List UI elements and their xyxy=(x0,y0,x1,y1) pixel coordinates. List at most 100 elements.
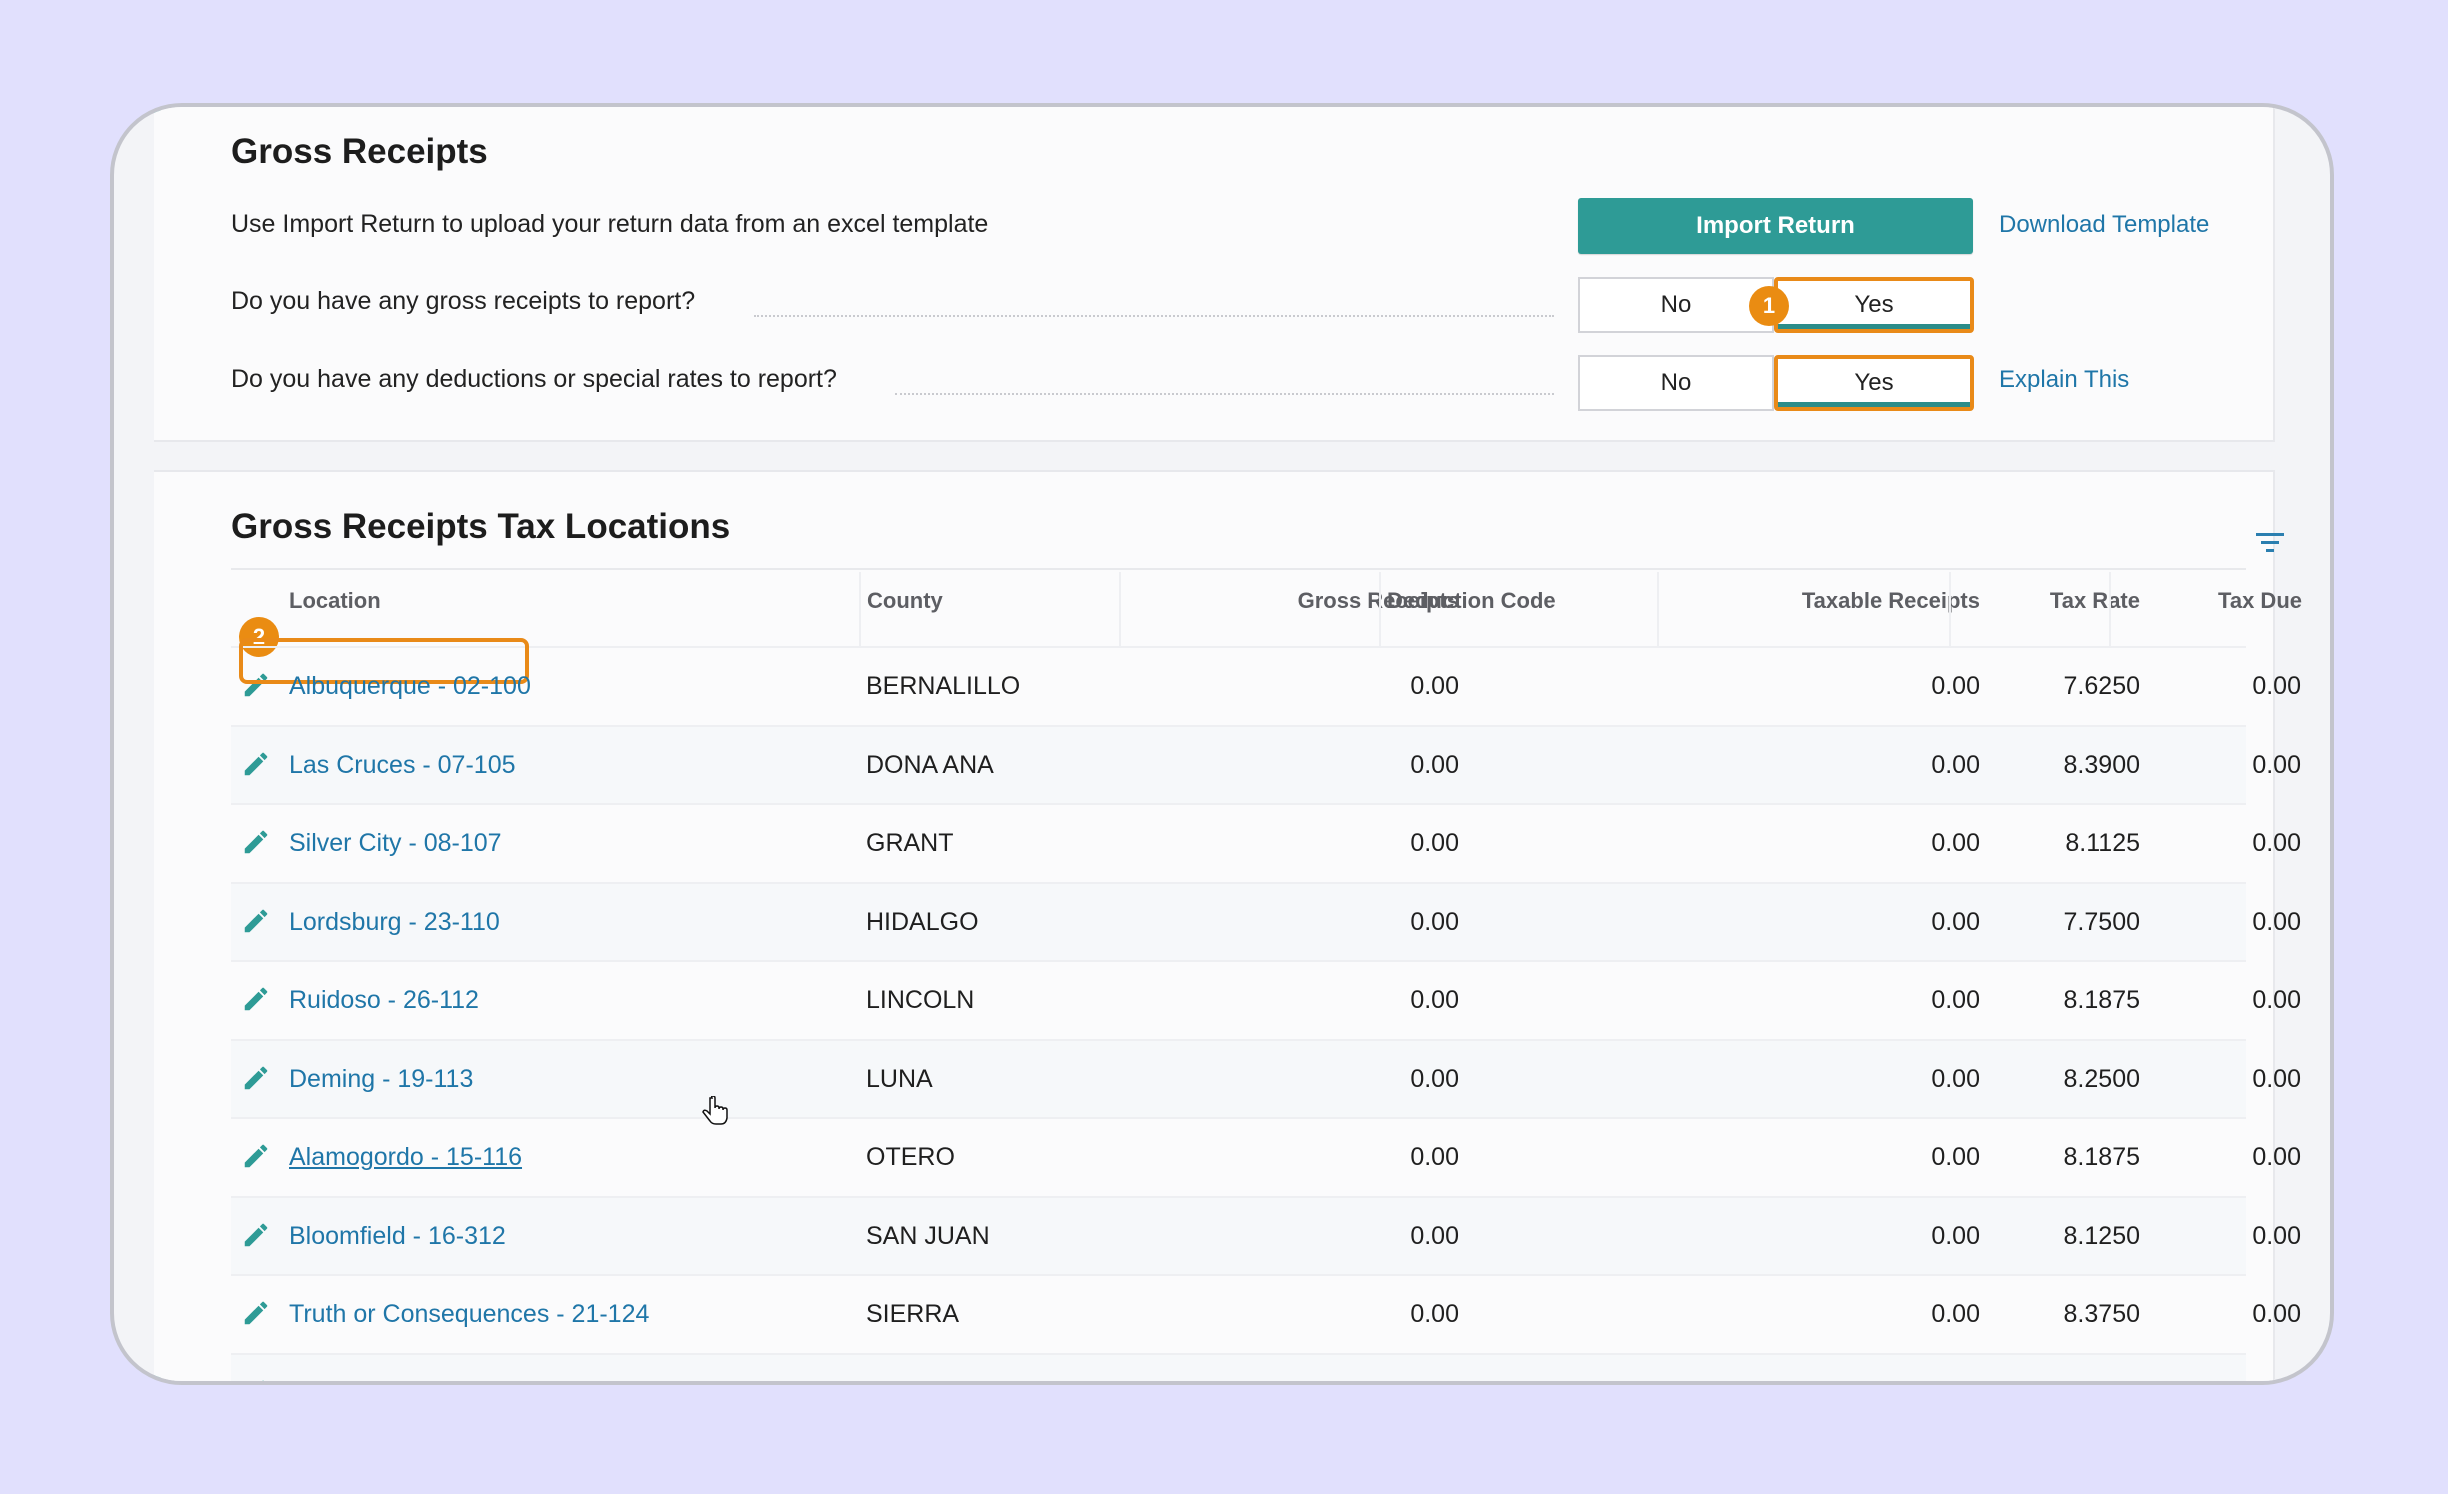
column-header-county[interactable]: County xyxy=(867,588,943,614)
location-link[interactable]: Bloomfield - 16-312 xyxy=(289,1222,506,1251)
edit-pencil-icon[interactable] xyxy=(241,827,271,857)
edit-pencil-icon[interactable] xyxy=(241,1063,271,1093)
location-link[interactable]: Deming - 19-113 xyxy=(289,1065,473,1094)
taxable-receipts-cell: 0.00 xyxy=(1931,829,1980,857)
county-cell: SOCORRO xyxy=(866,1379,995,1382)
location-link[interactable]: Las Cruces - 07-105 xyxy=(289,751,516,780)
question-deductions: Do you have any deductions or special ra… xyxy=(231,365,837,393)
step-badge-1: 1 xyxy=(1749,286,1789,326)
question-gross-receipts: Do you have any gross receipts to report… xyxy=(231,287,696,315)
table-row: Silver City - 08-107 GRANT 0.00 0.00 8.1… xyxy=(231,803,2301,883)
location-link[interactable]: Silver City - 08-107 xyxy=(289,829,502,858)
gross-receipts-cell: 0.00 xyxy=(1081,1379,1459,1382)
tax-due-cell: 0.00 xyxy=(2252,1300,2301,1328)
county-cell: LINCOLN xyxy=(866,986,975,1014)
gross-receipts-cell: 0.00 xyxy=(1410,750,1459,779)
taxable-receipts-cell: 0.00 xyxy=(1931,750,1980,779)
column-divider xyxy=(2109,572,2111,647)
location-link[interactable]: Truth or Consequences - 21-124 xyxy=(289,1300,649,1329)
table-row: Deming - 19-113 LUNA 0.00 0.00 8.2500 0.… xyxy=(231,1038,2301,1119)
download-template-link[interactable]: Download Template xyxy=(1999,211,2209,239)
filter-icon[interactable] xyxy=(2256,530,2284,554)
column-divider xyxy=(1119,572,1121,647)
taxable-receipts-cell: 0.00 xyxy=(1931,907,1980,936)
gross-receipts-cell: 0.00 xyxy=(1410,1300,1459,1328)
tax-due-cell: 0.00 xyxy=(2252,1221,2301,1250)
edit-pencil-icon[interactable] xyxy=(241,1298,271,1328)
gross-receipts-cell: 0.00 xyxy=(1410,907,1459,936)
deductions-yes-button[interactable]: Yes xyxy=(1774,355,1974,411)
column-divider xyxy=(1949,572,1951,647)
gross-receipts-cell: 0.00 xyxy=(1410,1143,1459,1171)
gross-receipts-cell: 0.00 xyxy=(1410,672,1459,700)
edit-pencil-icon[interactable] xyxy=(241,749,271,779)
county-cell: HIDALGO xyxy=(866,907,979,936)
column-header-location[interactable]: Location xyxy=(289,588,381,614)
location-link[interactable]: Alamogordo - 15-116 xyxy=(289,1143,522,1172)
table-row: Lordsburg - 23-110 HIDALGO 0.00 0.00 7.7… xyxy=(231,881,2301,962)
deductions-toggle: No Yes xyxy=(1578,355,1974,411)
tax-due-cell: 0.00 xyxy=(2252,1143,2301,1171)
taxable-receipts-cell: 0.00 xyxy=(1631,1379,1980,1382)
gross-receipts-no-button[interactable]: No xyxy=(1578,277,1774,333)
deductions-no-button[interactable]: No xyxy=(1578,355,1774,411)
gross-receipts-cell: 0.00 xyxy=(1410,1064,1459,1093)
edit-pencil-icon[interactable] xyxy=(241,1377,271,1386)
edit-pencil-icon[interactable] xyxy=(241,906,271,936)
county-cell: SIERRA xyxy=(866,1300,960,1328)
taxable-receipts-cell: 0.00 xyxy=(1931,986,1980,1014)
county-cell: OTERO xyxy=(866,1143,955,1171)
section-title: Gross Receipts Tax Locations xyxy=(231,507,731,546)
table-row: Ruidoso - 26-112 LINCOLN 0.00 0.00 8.187… xyxy=(231,960,2301,1040)
table-row: Las Cruces - 07-105 DONA ANA 0.00 0.00 8… xyxy=(231,724,2301,805)
column-header-taxable-receipts[interactable]: Taxable Receipts xyxy=(1654,588,1980,614)
county-cell: DONA ANA xyxy=(866,750,994,779)
table-row: Albuquerque - 02-100 BERNALILLO 0.00 0.0… xyxy=(231,638,2301,726)
location-link[interactable]: Lordsburg - 23-110 xyxy=(289,908,500,937)
table-row: Alamogordo - 15-116 OTERO 0.00 0.00 8.18… xyxy=(231,1117,2301,1197)
dotted-leader xyxy=(754,315,1554,317)
table-row: Truth or Consequences - 21-124 SIERRA 0.… xyxy=(231,1274,2301,1354)
edit-pencil-icon[interactable] xyxy=(241,1141,271,1171)
edit-pencil-icon[interactable] xyxy=(241,1220,271,1250)
tax-due-cell: 0.00 xyxy=(2252,907,2301,936)
location-link[interactable]: Ruidoso - 26-112 xyxy=(289,986,479,1015)
tax-locations-card: Gross Receipts Tax Locations Location Co… xyxy=(154,470,2302,1386)
tax-due-cell: 0.00 xyxy=(2252,829,2301,857)
explain-this-link[interactable]: Explain This xyxy=(1999,366,2129,394)
edit-pencil-icon[interactable] xyxy=(241,984,271,1014)
tax-due-cell: 0.00 xyxy=(2252,986,2301,1014)
column-header-deduction-code[interactable]: Deduction Code xyxy=(1387,588,1556,614)
tax-due-cell: 0.00 xyxy=(2252,750,2301,779)
county-cell: GRANT xyxy=(866,829,954,857)
taxable-receipts-cell: 0.00 xyxy=(1931,1143,1980,1171)
gross-receipts-cell: 0.00 xyxy=(1410,829,1459,857)
gross-receipts-cell: 0.00 xyxy=(1410,986,1459,1014)
taxable-receipts-cell: 0.00 xyxy=(1931,1300,1980,1328)
location-link[interactable]: Socorro (city) - 25-125 xyxy=(289,1379,538,1382)
column-header-tax-rate[interactable]: Tax Rate xyxy=(1954,588,2140,614)
table-row: Socorro (city) - 25-125 SOCORRO 0.00 0.0… xyxy=(231,1352,2301,1386)
tax-due-cell: 0.00 xyxy=(2252,672,2301,700)
tax-due-cell: 0.00 xyxy=(2081,1379,2301,1382)
column-header-tax-due[interactable]: Tax Due xyxy=(2114,588,2302,614)
section-title: Gross Receipts xyxy=(231,132,488,171)
import-instructions: Use Import Return to upload your return … xyxy=(231,210,989,238)
gross-receipts-cell: 0.00 xyxy=(1410,1221,1459,1250)
taxable-receipts-cell: 0.00 xyxy=(1931,1064,1980,1093)
table-top-divider xyxy=(231,568,2246,570)
gross-receipts-yes-button[interactable]: Yes xyxy=(1774,277,1974,333)
tax-due-cell: 0.00 xyxy=(2252,1064,2301,1093)
county-cell: LUNA xyxy=(866,1064,933,1093)
taxable-receipts-cell: 0.00 xyxy=(1931,1221,1980,1250)
gross-receipts-card: Gross Receipts Use Import Return to uplo… xyxy=(154,107,2275,442)
dotted-leader xyxy=(895,393,1554,395)
county-cell: SAN JUAN xyxy=(866,1221,990,1250)
pointer-cursor-icon xyxy=(702,1096,728,1125)
table-row: Bloomfield - 16-312 SAN JUAN 0.00 0.00 8… xyxy=(231,1195,2301,1276)
taxable-receipts-cell: 0.00 xyxy=(1931,672,1980,700)
county-cell: BERNALILLO xyxy=(866,672,1021,700)
app-window: Gross Receipts Use Import Return to uplo… xyxy=(110,103,2334,1385)
location-link[interactable]: Albuquerque - 02-100 xyxy=(289,672,531,701)
import-return-button[interactable]: Import Return xyxy=(1578,198,1973,254)
